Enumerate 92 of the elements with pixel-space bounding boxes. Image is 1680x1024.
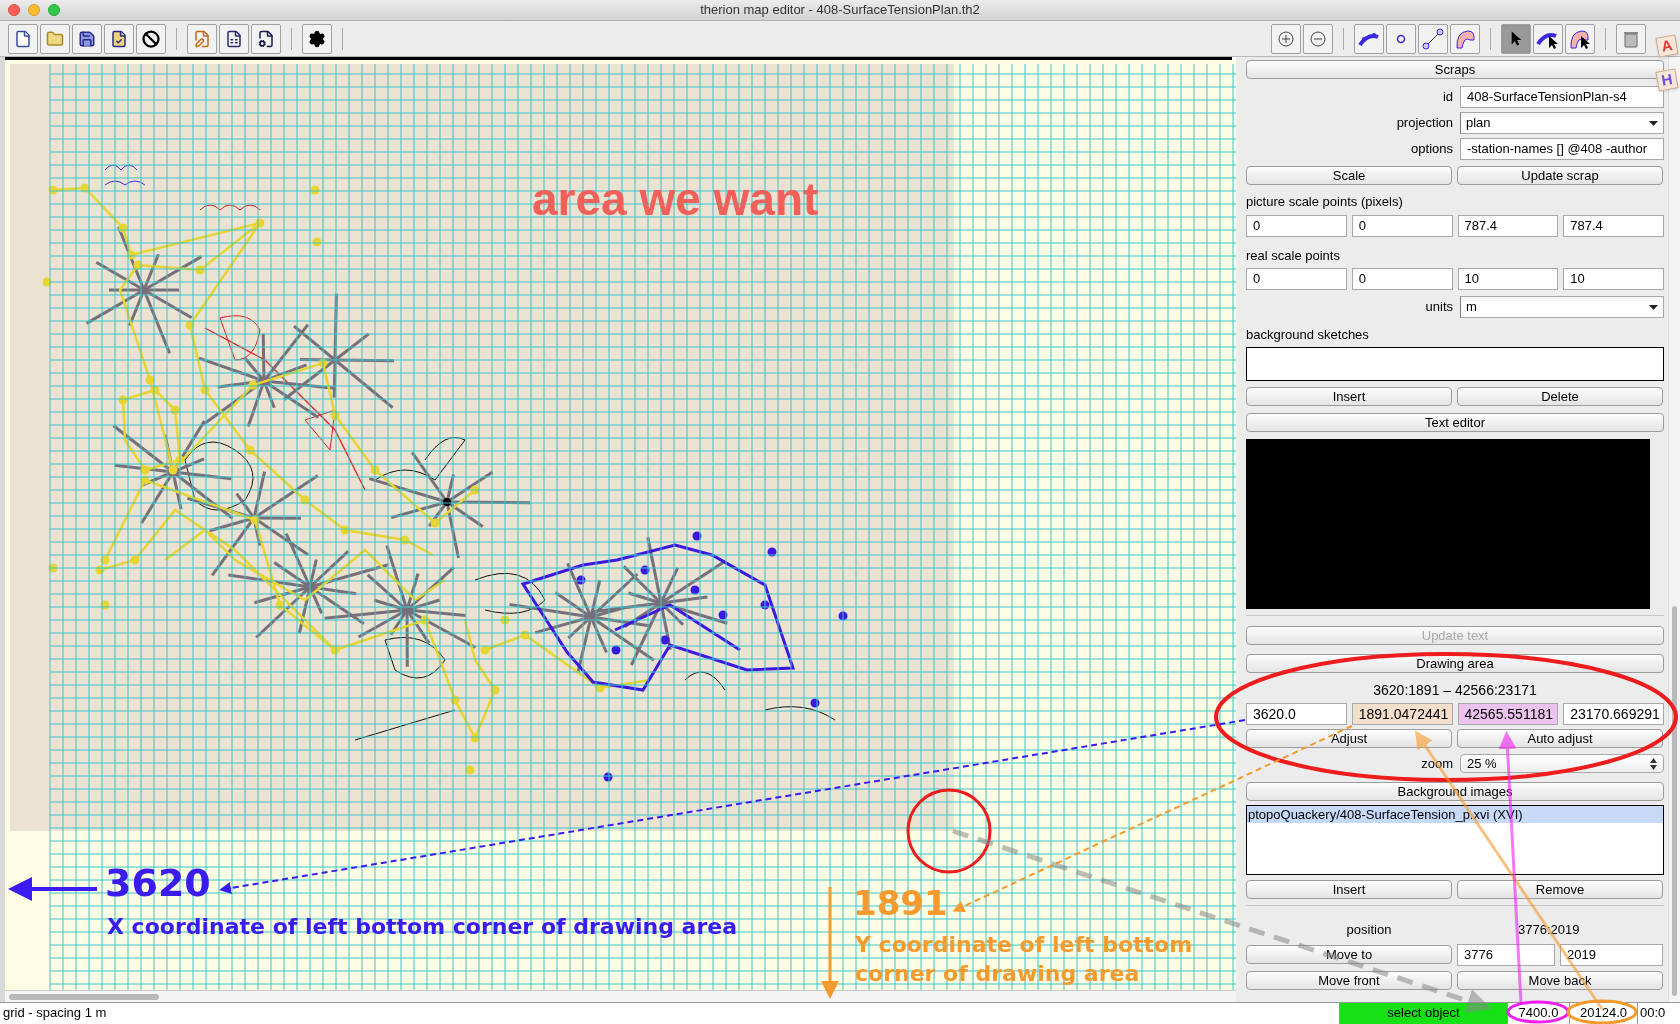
position-value: 3776:2019: [1517, 921, 1581, 939]
image-button[interactable]: Insert: [1246, 880, 1452, 899]
coordinate-field[interactable]: 3620.0: [1246, 703, 1347, 725]
projection-select[interactable]: plan: [1460, 112, 1664, 134]
scrap-document-icon: [225, 29, 243, 48]
zoom-button[interactable]: [1271, 23, 1301, 54]
sketch-button[interactable]: Insert: [1246, 386, 1452, 406]
text-field[interactable]: -station-names [] @408 -author: [1460, 138, 1664, 160]
image-list-item[interactable]: ptopoQuackery/408-SurfaceTension_p.xvi (XVI): [1247, 806, 1663, 823]
y-caption: Y coordinate of left bottom corner of drawing area: [855, 931, 1194, 988]
adjust-button[interactable]: Auto adjust: [1457, 729, 1663, 748]
close-window-button[interactable]: [8, 4, 20, 16]
x-caption: X coordinate of left bottom corner of drawing area: [107, 916, 738, 938]
save-as-icon: [110, 29, 128, 48]
folder-icon: [46, 29, 64, 48]
tool-button[interactable]: [1565, 23, 1595, 54]
x-value-label: 3620: [105, 864, 211, 902]
field-label: units: [1424, 298, 1453, 317]
section-label: picture scale points (pixels): [1246, 193, 1404, 211]
coordinate-field[interactable]: 1891.0472441: [1351, 703, 1453, 725]
zoom-out-icon: [1309, 29, 1327, 48]
text-field[interactable]: 408-SurfaceTensionPlan-s4: [1460, 86, 1664, 108]
tool-button[interactable]: [1533, 23, 1563, 54]
sketch-list[interactable]: [1246, 346, 1664, 381]
coordinate-field[interactable]: 23170.669291: [1563, 703, 1664, 725]
number-field[interactable]: 0: [1351, 268, 1453, 290]
gear-document-icon: [257, 29, 275, 48]
zoom-button[interactable]: [1303, 23, 1333, 54]
pencil-document-icon: [193, 29, 211, 48]
file-tool-button[interactable]: [8, 23, 38, 54]
order-button[interactable]: Move front: [1246, 970, 1452, 990]
background-images-header-button[interactable]: Background images: [1246, 781, 1664, 801]
number-field[interactable]: 787.4: [1563, 214, 1664, 237]
line-point-icon: [1422, 27, 1444, 50]
section-label: background sketches: [1246, 326, 1370, 344]
spinner-arrows-icon: [1650, 757, 1657, 770]
drawing-area-range: 3620:1891 – 42566:23171: [1372, 682, 1538, 698]
edit-tool-button[interactable]: [219, 23, 249, 54]
dropdown-arrow-icon: [1649, 304, 1658, 310]
area-tool-icon: [1454, 27, 1476, 50]
image-button[interactable]: Remove: [1457, 880, 1663, 899]
scrap-button[interactable]: Update scrap: [1457, 166, 1663, 185]
field-label: id: [1441, 88, 1453, 107]
no-entry-icon: [142, 29, 160, 48]
background-image-list[interactable]: ptopoQuackery/408-SurfaceTension_p.xvi (XVI): [1246, 805, 1664, 875]
x-position-field[interactable]: 3776: [1457, 943, 1555, 966]
tool-button[interactable]: [1354, 23, 1384, 54]
dropdown-arrow-icon: [1649, 120, 1658, 126]
sketch-button[interactable]: Delete: [1457, 386, 1663, 406]
point-tool-icon: [1395, 32, 1407, 45]
number-field[interactable]: 0: [1351, 214, 1453, 237]
save-icon: [78, 29, 96, 48]
vertical-scrollbar[interactable]: [1672, 606, 1677, 996]
status-message: grid - spacing 1 m: [0, 1003, 1340, 1024]
field-label: options: [1410, 140, 1453, 159]
settings-button[interactable]: [302, 23, 332, 54]
edit-tool-button[interactable]: [251, 23, 281, 54]
zoom-spinner[interactable]: 25 %: [1460, 754, 1664, 774]
coordinate-field[interactable]: 42565.551181: [1457, 703, 1559, 725]
tool-button[interactable]: [1501, 23, 1531, 54]
field-label: zoom: [1420, 755, 1453, 773]
select-area-icon: [1568, 27, 1592, 50]
file-tool-button[interactable]: [104, 23, 134, 54]
field-label: position: [1345, 921, 1393, 939]
file-tool-button[interactable]: [72, 23, 102, 54]
section-label: real scale points: [1246, 246, 1341, 265]
y-position-field[interactable]: 2019: [1560, 943, 1663, 966]
number-field[interactable]: 0: [1246, 214, 1347, 237]
number-field[interactable]: 787.4: [1457, 214, 1559, 237]
number-field[interactable]: 0: [1246, 268, 1347, 290]
cursor-icon: [1510, 31, 1522, 46]
number-field[interactable]: 10: [1563, 268, 1664, 290]
window-title: therion map editor - 408-SurfaceTensionPlan.th2: [699, 1, 981, 20]
number-field[interactable]: 10: [1457, 268, 1559, 290]
field-label: projection: [1395, 114, 1453, 133]
zoom-in-icon: [1277, 29, 1295, 48]
trash-icon: [1623, 29, 1639, 48]
document-icon: [14, 29, 32, 48]
tool-button[interactable]: [1418, 23, 1448, 54]
text-editor-header-button[interactable]: Text editor: [1246, 412, 1664, 432]
settings-icon: [308, 29, 326, 48]
order-button[interactable]: Move back: [1457, 970, 1663, 990]
scrap-button[interactable]: Scale: [1246, 166, 1452, 185]
file-tool-button[interactable]: [136, 23, 166, 54]
trash-button[interactable]: [1616, 23, 1646, 54]
units-select[interactable]: m: [1460, 296, 1664, 318]
adjust-button[interactable]: Adjust: [1246, 729, 1452, 748]
elapsed-time: 00:0: [1638, 1003, 1680, 1024]
move-to-button[interactable]: Move to: [1246, 945, 1452, 964]
horizontal-scrollbar[interactable]: [9, 993, 159, 1000]
y-value-label: 1891: [853, 886, 948, 920]
mode-indicator: select object: [1340, 1003, 1508, 1024]
